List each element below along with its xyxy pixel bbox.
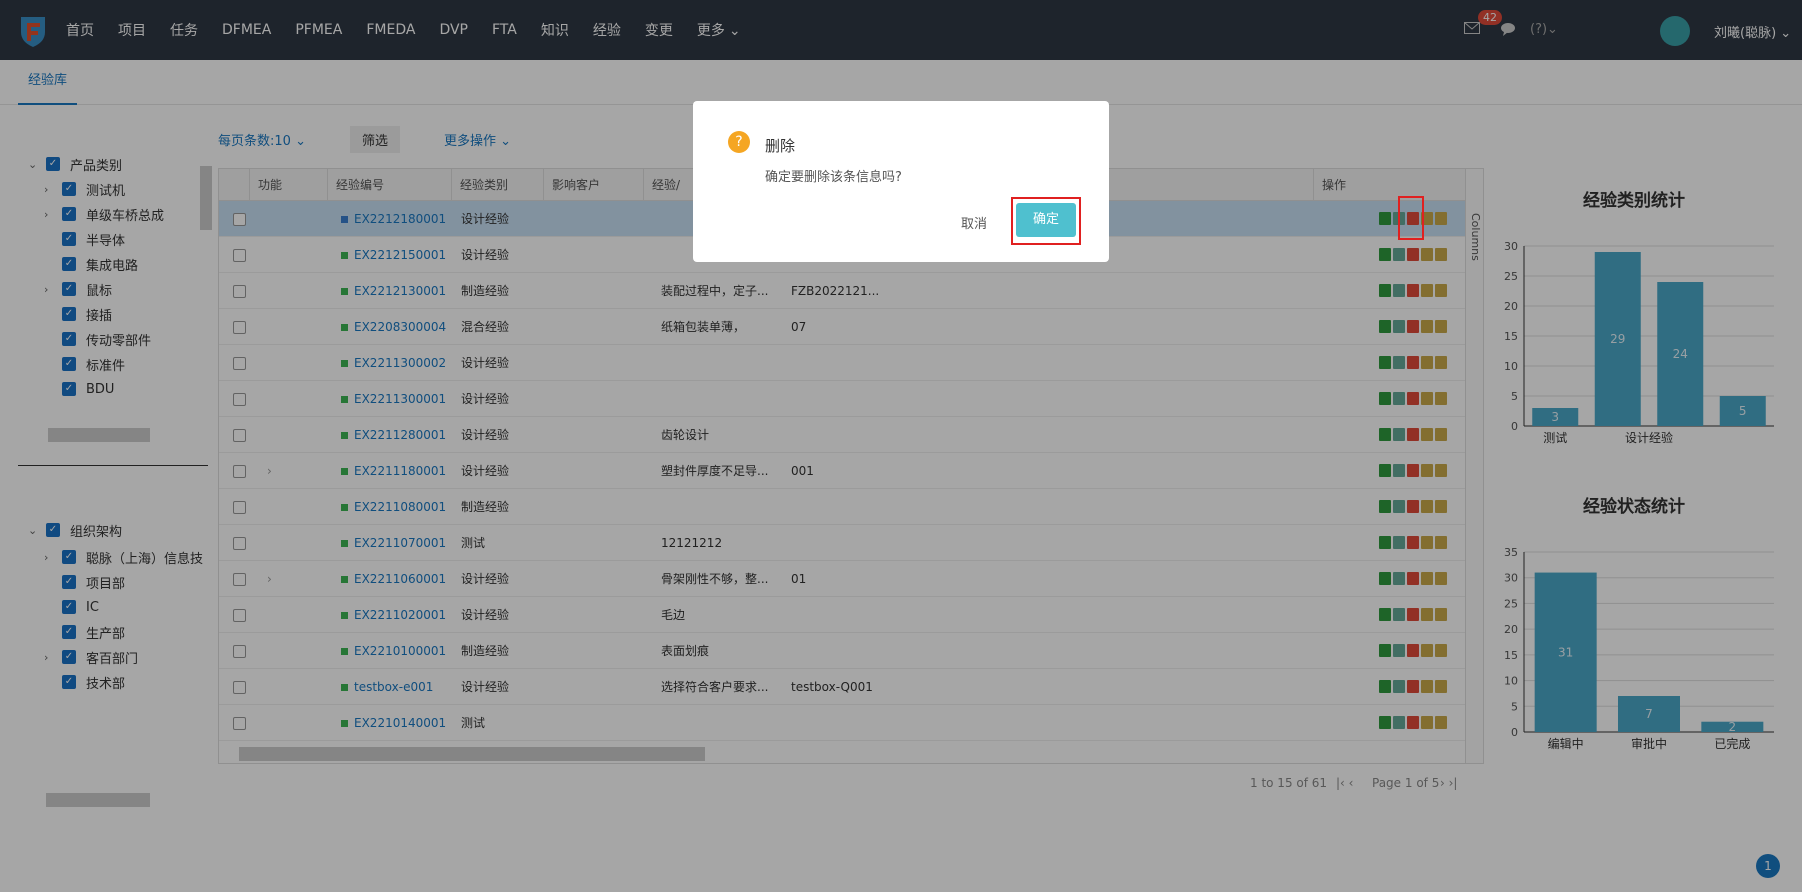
question-icon: ? [728,131,750,153]
dialog-title: 删除 [765,137,796,155]
cancel-button[interactable]: 取消 [961,213,987,232]
delete-highlight-box [1398,196,1424,240]
confirm-button[interactable]: 确定 [1016,203,1076,237]
dialog-message: 确定要删除该条信息吗? [765,170,902,185]
delete-dialog: ? 删除 确定要删除该条信息吗? 取消 确定 [693,101,1109,262]
